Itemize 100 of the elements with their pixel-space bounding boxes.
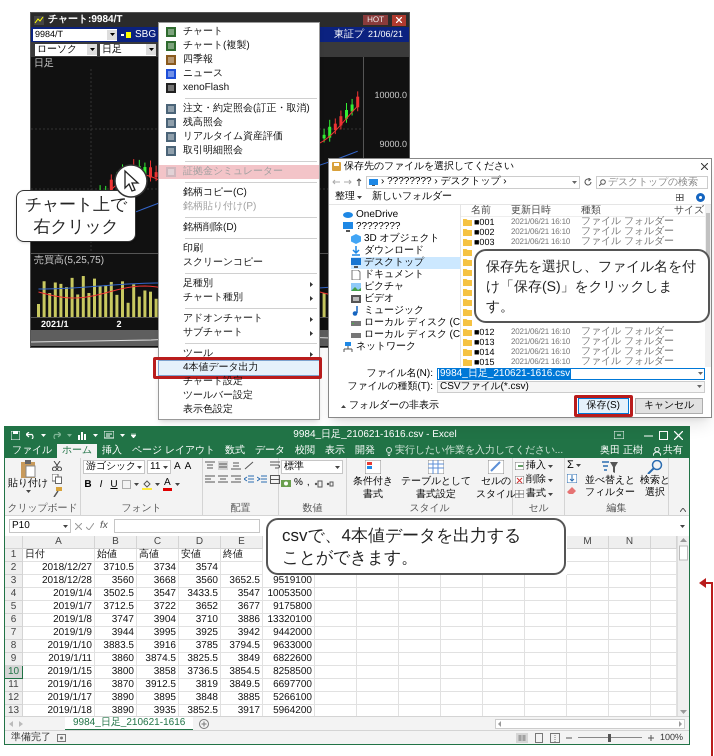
copy-icon[interactable] [52,474,62,484]
column-header[interactable]: M [567,536,609,549]
nav-item[interactable]: ミュージック [351,305,460,317]
row-header[interactable]: 12 [5,692,23,705]
nav-item[interactable]: ???????? [343,221,460,233]
menu-item[interactable]: 取引明細照会 [159,144,319,158]
file-name[interactable]: ■003 [474,238,494,246]
paste-button[interactable]: 貼り付け [7,460,49,493]
style-button[interactable]: 条件付き 書式 [349,460,397,500]
merge-cells-icon[interactable] [270,475,280,484]
menu-item[interactable]: 印刷 [159,242,319,256]
nav-item[interactable]: ピクチャ [351,281,460,293]
chart-type-combo[interactable]: ローソク [35,44,97,56]
file-name[interactable]: ■014 [474,348,494,356]
nav-item[interactable]: ネットワーク [343,341,460,353]
find-select-button[interactable]: 検索と 選択 [638,460,671,498]
column-header[interactable]: C [137,536,179,549]
column-header[interactable]: D [179,536,221,549]
row-header[interactable]: 10 [5,666,23,679]
share-button[interactable]: 共有 [649,444,687,458]
slider-thumb[interactable] [608,734,612,742]
eraser-icon[interactable] [567,486,577,494]
sort-filter-button[interactable]: 並べ替えと フィルター [584,460,636,498]
name-box[interactable]: P10 [9,519,71,533]
align-middle-icon[interactable] [218,461,228,470]
tell-me-field[interactable]: 実行したい作業を入力してください... [380,444,564,458]
cancel-icon[interactable] [75,522,82,530]
maximize-icon[interactable] [659,430,668,440]
period-combo[interactable]: 日足 [100,44,156,56]
ribbon-tab[interactable]: 校閲 [290,444,320,458]
menu-item[interactable]: チャート種別 [159,291,319,305]
currency-icon[interactable] [281,478,291,488]
menu-item[interactable]: 足種別 [159,277,319,291]
file-name[interactable]: ■001 [474,218,494,226]
column-header[interactable]: A [23,536,95,549]
font-size-combo[interactable]: 11 [147,460,171,474]
column-header[interactable]: N [609,536,651,549]
ribbon-options-icon[interactable] [614,431,624,439]
menu-item[interactable]: サブチャート [159,326,319,340]
expand-formula-icon[interactable] [680,524,685,528]
hide-folders-button[interactable]: フォルダーの非表示 [341,401,439,411]
align-top-icon[interactable] [205,461,215,470]
ribbon-tab[interactable]: ファイル [7,444,57,458]
form-icon[interactable] [104,430,114,440]
page-layout-icon[interactable] [534,732,544,742]
undo-icon[interactable] [26,432,35,438]
row-header[interactable]: 5 [5,601,23,614]
row-header[interactable]: 7 [5,627,23,640]
increase-indent-icon[interactable] [257,475,267,484]
zoom-in-icon[interactable] [648,734,654,740]
menu-item[interactable]: スクリーンコピー [159,256,319,270]
ribbon-tab[interactable]: 挿入 [97,444,127,458]
menu-item[interactable]: チャート(複製) [159,39,319,53]
nav-item[interactable]: デスクトップ [351,257,460,269]
row-header[interactable]: 8 [5,640,23,653]
collapse-ribbon-icon[interactable] [680,508,686,512]
file-name[interactable]: ■012 [474,328,494,336]
file-name-field[interactable]: 9984_日足_210621-1616.csv [437,368,705,380]
column-header[interactable]: サイズ [674,206,705,216]
cells-button[interactable]: 削除 [515,474,553,486]
close-button[interactable] [392,14,406,26]
font-color-button[interactable]: A [163,478,172,491]
customize-icon[interactable] [131,432,136,438]
percent-button[interactable]: % [294,478,303,488]
menu-item[interactable]: チャート [159,25,319,39]
refresh-icon[interactable] [584,178,592,186]
number-format-combo[interactable]: 標準 [281,460,343,474]
formula-input[interactable] [114,519,260,533]
nav-item[interactable]: OneDrive [343,209,460,221]
menu-item[interactable]: 残高照会 [159,116,319,130]
add-sheet-icon[interactable] [199,718,210,728]
grow-font-button[interactable]: A [173,462,182,472]
insert-function-button[interactable]: fx [98,521,110,531]
new-folder-button[interactable]: 新しいフォルダー [372,192,452,202]
zoom-slider[interactable] [578,732,642,742]
cancel-button[interactable]: キャンセル [635,398,703,414]
nav-item[interactable]: ローカル ディスク (C [351,317,460,329]
nav-item[interactable]: ダウンロード [351,245,460,257]
organize-button[interactable]: 整理 [335,192,362,202]
close-icon[interactable] [701,163,708,170]
row-header[interactable]: 11 [5,679,23,692]
menu-item[interactable]: アドオンチャート [159,312,319,326]
menu-item[interactable]: xenoFlash [159,81,319,95]
row-header[interactable]: 9 [5,653,23,666]
sheet-tab[interactable]: 9984_日足_210621-1616 [65,716,194,730]
ribbon-tab[interactable]: 表示 [320,444,350,458]
italic-button[interactable]: I [96,480,106,490]
file-name[interactable]: ■013 [474,338,494,346]
menu-item[interactable]: ツールバー設定 [159,389,319,403]
row-header[interactable]: 2 [5,562,23,575]
row-header[interactable]: 4 [5,588,23,601]
file-name[interactable]: ■002 [474,228,494,236]
menu-item[interactable]: チャート設定 [159,375,319,389]
ribbon-tab[interactable]: ホーム [57,444,97,458]
symbol-combo[interactable]: 9984/T [33,28,117,40]
comma-button[interactable]: , [306,478,311,488]
view-options-icon[interactable] [676,194,686,200]
increase-decimal-icon[interactable] [314,478,323,488]
style-button[interactable]: テーブルとして 書式設定 [400,460,472,500]
menu-item[interactable]: ニュース [159,67,319,81]
